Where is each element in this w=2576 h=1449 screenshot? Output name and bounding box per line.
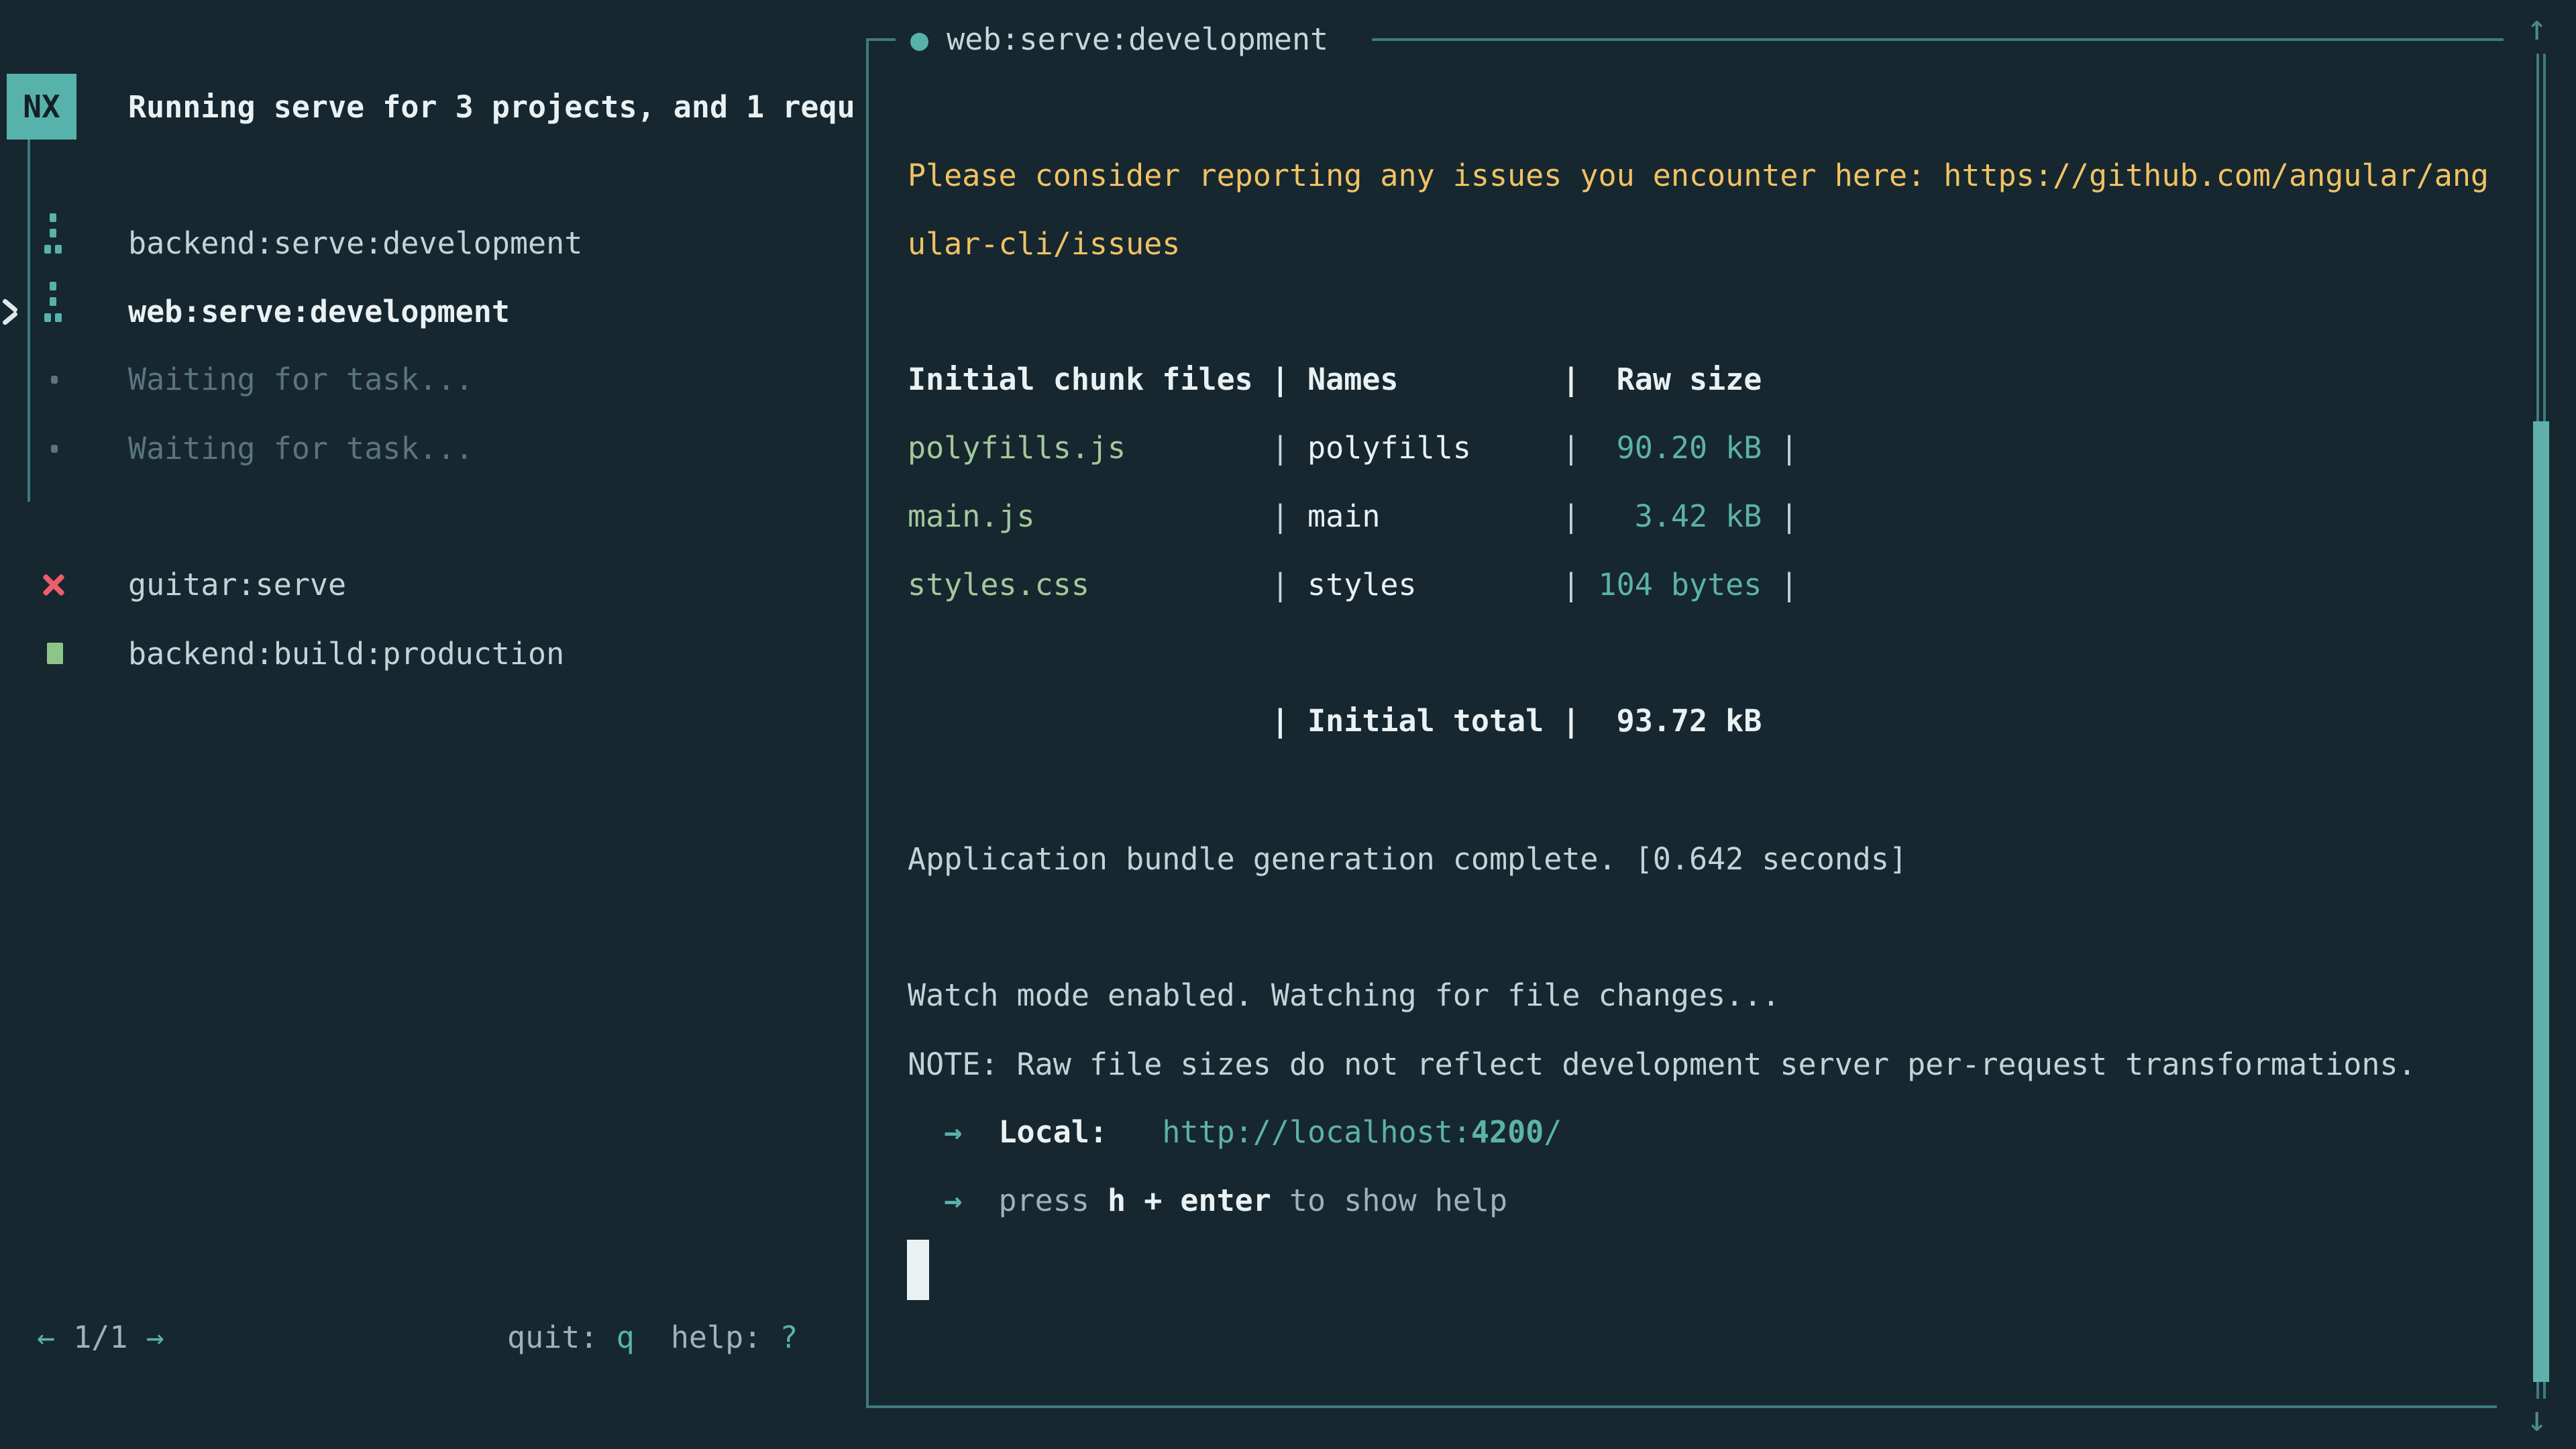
bundle-complete-line: Application bundle generation complete. … <box>908 842 1907 877</box>
help-key: ? <box>780 1320 798 1355</box>
prompt-arrow-icon: → <box>908 1183 962 1218</box>
help-hint-post: to show help <box>1271 1183 1507 1218</box>
port-number: 4200 <box>1471 1114 1544 1150</box>
help-hint-keys: h + enter <box>1108 1183 1271 1218</box>
local-label: Local: <box>998 1114 1108 1150</box>
failed-x-icon <box>42 572 66 596</box>
spinner-icon <box>44 282 62 325</box>
help-hint-line: → press h + enter to show help <box>908 1183 1507 1218</box>
help-hint-pre: press <box>998 1183 1108 1218</box>
success-square-icon <box>47 643 63 664</box>
panel-border-top-left <box>866 38 896 41</box>
pager-prev-icon[interactable]: ← <box>37 1320 55 1355</box>
table-total-row: | Initial total | 93.72 kB <box>908 704 1762 739</box>
table-row: polyfills.js | polyfills | 90.20 kB | <box>908 431 1799 466</box>
watch-mode-line: Watch mode enabled. Watching for file ch… <box>908 978 1780 1013</box>
nx-logo-text: NX <box>23 89 60 125</box>
pager-page-indicator <box>55 1320 73 1355</box>
warning-line-2: ular-cli/issues <box>908 227 1180 262</box>
waiting-dot-icon <box>51 445 58 453</box>
terminal-cursor <box>907 1240 929 1300</box>
sidebar-item-backend-serve[interactable]: backend:serve:development <box>128 226 582 261</box>
panel-border-top <box>1372 38 2504 41</box>
shortcut-gap <box>635 1320 671 1355</box>
col-raw-size: Raw size <box>1617 362 1762 397</box>
table-row: main.js | main | 3.42 kB | <box>908 499 1799 534</box>
task-tree-line <box>28 140 30 502</box>
sidebar-item-guitar-serve[interactable]: guitar:serve <box>128 568 346 602</box>
col-initial-chunk-files: Initial chunk files <box>908 362 1253 397</box>
note-line: NOTE: Raw file sizes do not reflect deve… <box>908 1047 2416 1082</box>
scroll-down-icon[interactable]: ↓ <box>2526 1402 2547 1437</box>
sidebar-item-web-serve[interactable]: web:serve:development <box>128 294 510 329</box>
scroll-up-icon[interactable]: ↑ <box>2526 11 2547 46</box>
sidebar-item-backend-build[interactable]: backend:build:production <box>128 637 564 672</box>
col-names: Names <box>1307 362 1398 397</box>
panel-title-text: web:serve:development <box>928 21 1328 57</box>
sidebar-item-waiting-1[interactable]: Waiting for task... <box>128 362 474 397</box>
running-bullet-icon: ● <box>910 21 928 57</box>
nx-tui-screen: NX Running serve for 3 projects, and 1 r… <box>0 0 2576 1449</box>
local-url[interactable]: http://localhost:4200/ <box>1162 1114 1562 1150</box>
selected-chevron-icon <box>1 297 19 327</box>
sidebar-header: Running serve for 3 projects, and 1 requ <box>128 90 855 125</box>
local-url-line: → Local: http://localhost:4200/ <box>908 1115 1562 1150</box>
quit-key: q <box>616 1320 635 1355</box>
panel-title: ● web:serve:development <box>910 22 1328 57</box>
warning-line-1: Please consider reporting any issues you… <box>908 158 2489 193</box>
table-row: styles.css | styles | 104 bytes | <box>908 568 1799 602</box>
help-label: help: <box>671 1320 780 1355</box>
pager-gap <box>127 1320 146 1355</box>
pager-next-icon[interactable]: → <box>146 1320 164 1355</box>
quit-label: quit: <box>507 1320 616 1355</box>
initial-total-size: 93.72 kB <box>1580 703 1762 739</box>
table-header: Initial chunk files | Names | Raw size <box>908 362 1762 397</box>
shortcut-hints: quit: q help: ? <box>507 1320 798 1355</box>
scrollbar-thumb[interactable] <box>2533 421 2549 1382</box>
pager: ← 1/1 → <box>37 1320 164 1355</box>
pager-page: 1/1 <box>73 1320 127 1355</box>
panel-border-left <box>866 38 869 1408</box>
initial-total-label: Initial total <box>1307 703 1562 739</box>
waiting-dot-icon <box>51 376 58 384</box>
spinner-icon <box>44 213 62 256</box>
nx-logo: NX <box>7 74 76 140</box>
sidebar-item-waiting-2[interactable]: Waiting for task... <box>128 431 474 466</box>
panel-border-bottom <box>866 1405 2497 1408</box>
prompt-arrow-icon: → <box>908 1114 962 1150</box>
